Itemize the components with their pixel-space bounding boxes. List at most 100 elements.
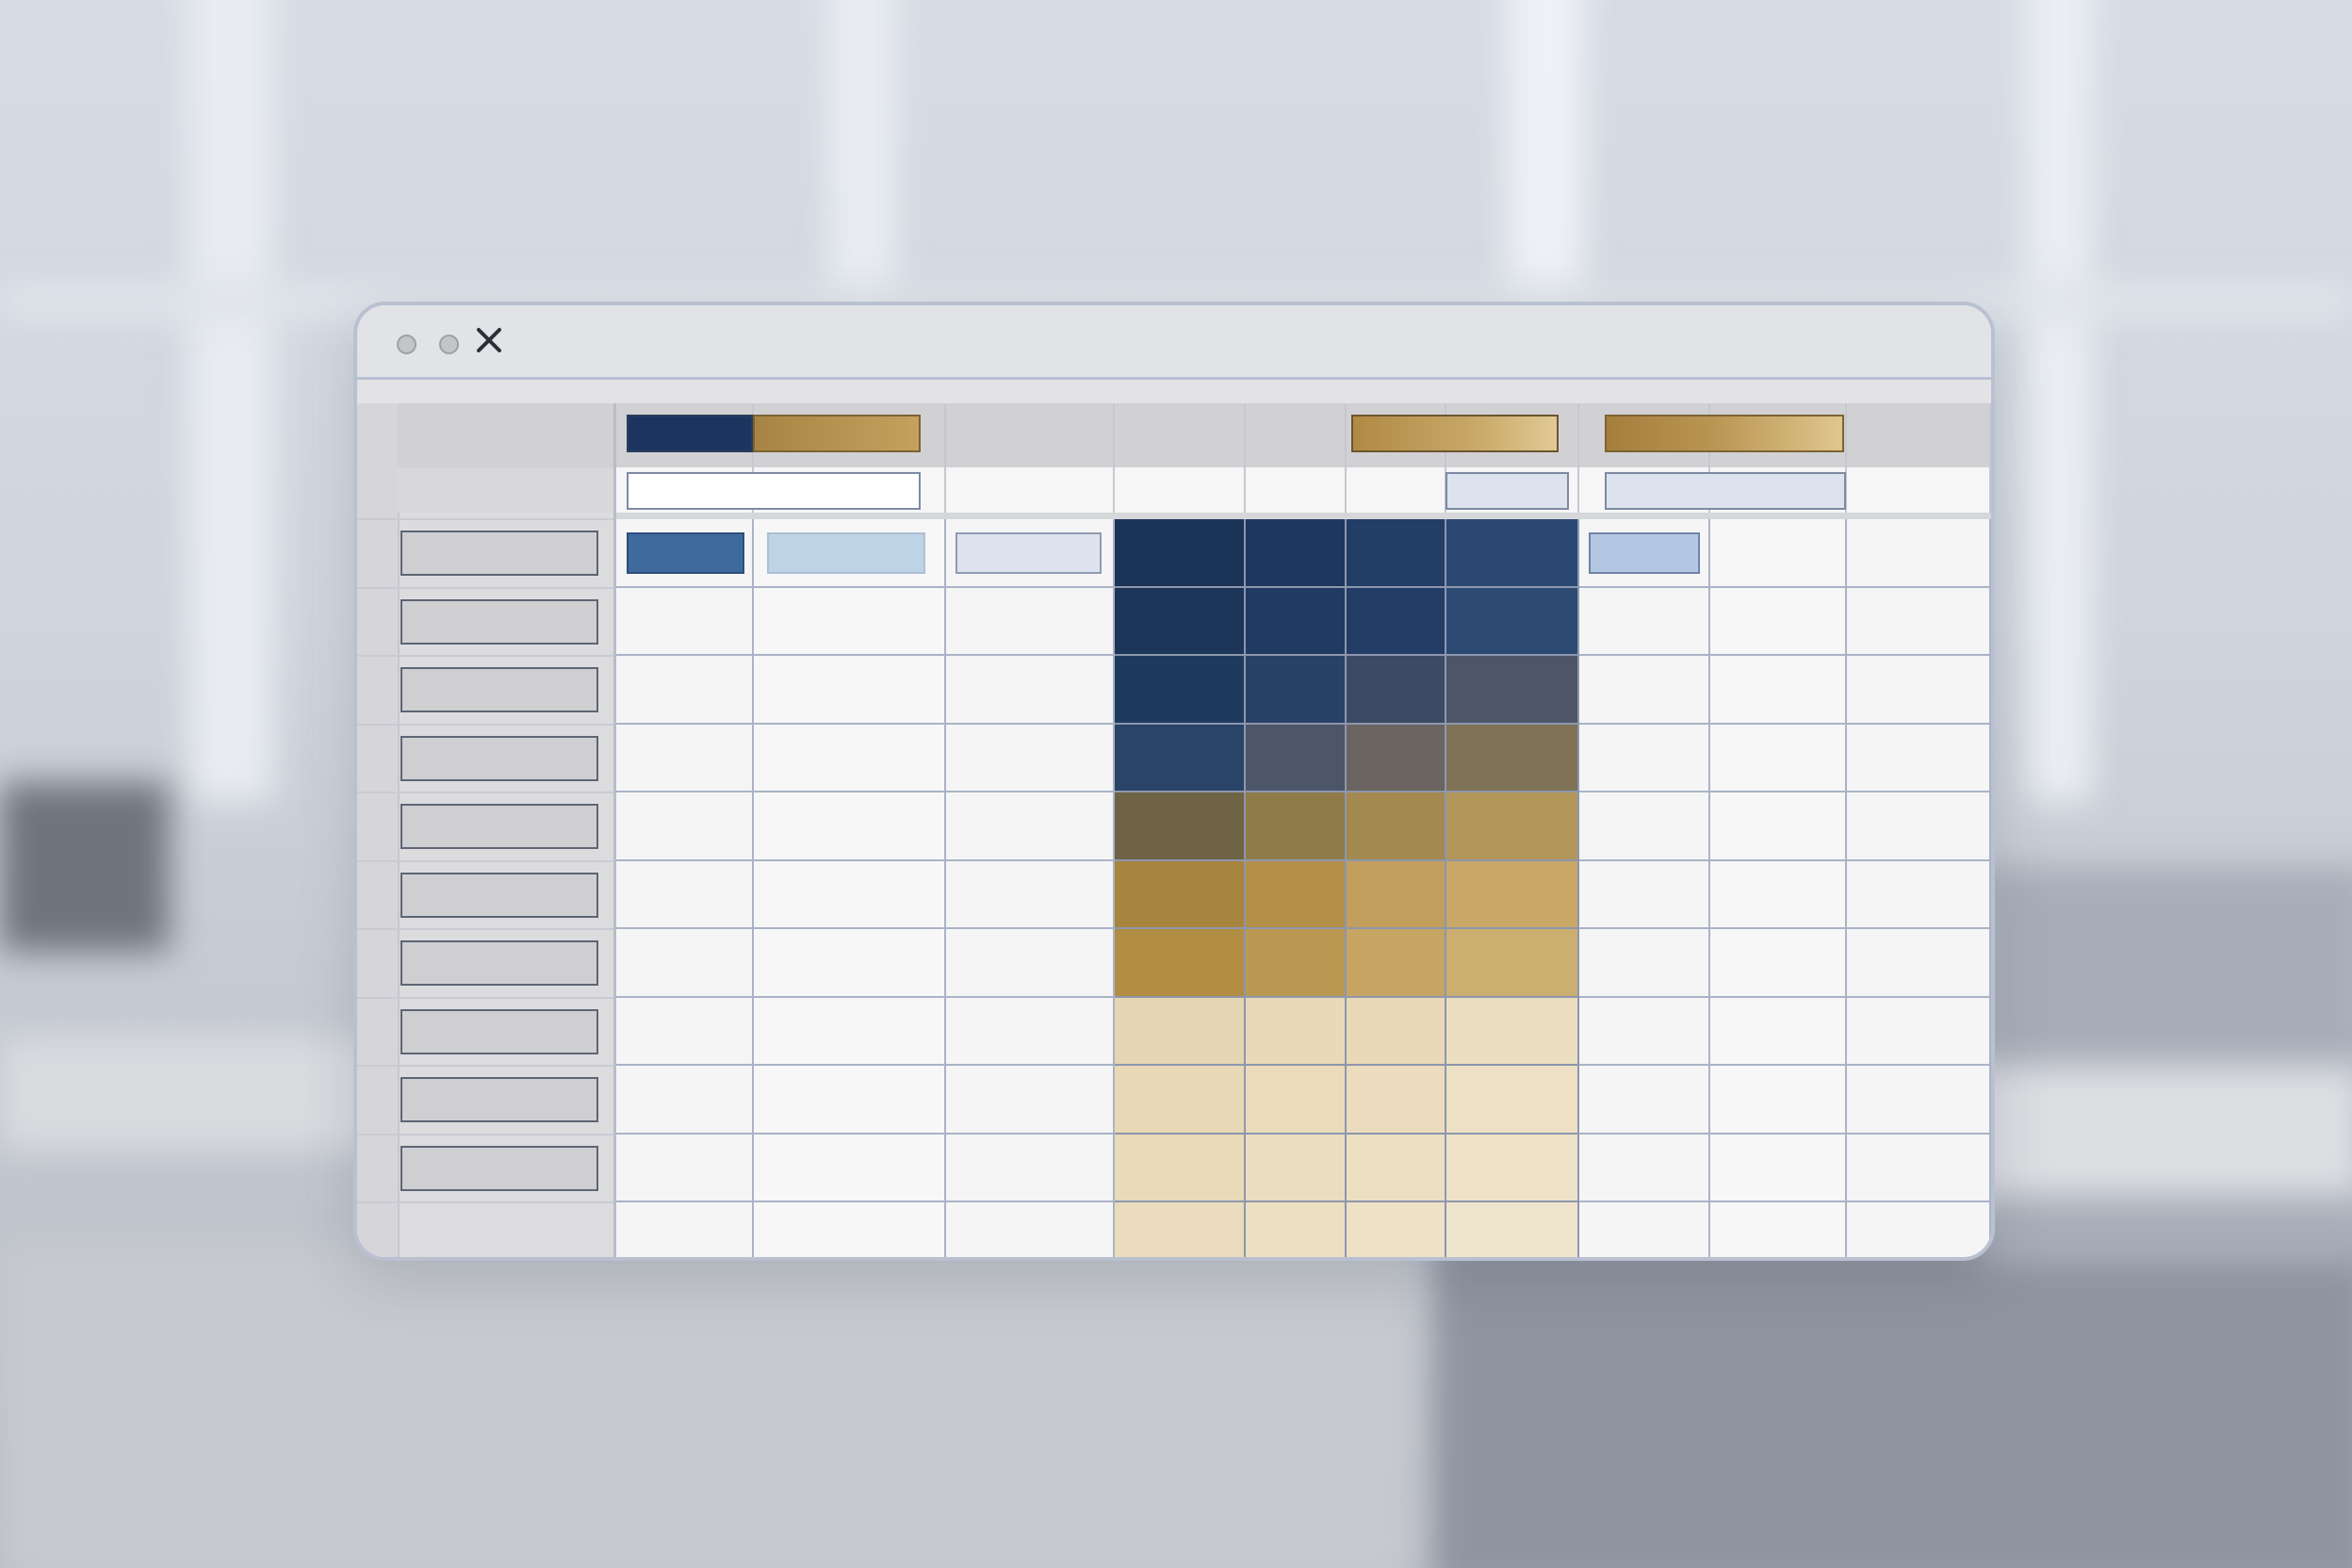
- grid-cell[interactable]: [1579, 587, 1710, 656]
- heatmap-cell[interactable]: [1246, 519, 1347, 588]
- grid-cell[interactable]: [616, 860, 754, 929]
- filter-input[interactable]: [1446, 472, 1569, 510]
- grid-cell[interactable]: [754, 724, 946, 792]
- heatmap-cell[interactable]: [1246, 929, 1347, 998]
- grid-cell[interactable]: [1710, 1202, 1847, 1257]
- heatmap-cell[interactable]: [1115, 656, 1246, 725]
- heatmap-cell[interactable]: [1446, 519, 1579, 588]
- grid-cell[interactable]: [754, 1066, 946, 1135]
- row-header-button[interactable]: [400, 1077, 598, 1122]
- minimize-button[interactable]: [397, 335, 416, 354]
- grid-cell[interactable]: [616, 1066, 754, 1135]
- grid-cell[interactable]: [616, 792, 754, 861]
- column-header[interactable]: [1246, 403, 1347, 467]
- grid-cell[interactable]: [616, 1134, 754, 1202]
- grid-cell[interactable]: [1710, 997, 1847, 1066]
- grid-cell[interactable]: [1579, 997, 1710, 1066]
- row-header-button[interactable]: [400, 1008, 598, 1054]
- heatmap-cell[interactable]: [1246, 724, 1347, 792]
- grid-cell[interactable]: [754, 1202, 946, 1257]
- grid-cell[interactable]: [946, 656, 1115, 725]
- row-header-button[interactable]: [400, 940, 598, 986]
- heatmap-cell[interactable]: [1246, 656, 1347, 725]
- heatmap-cell[interactable]: [1446, 724, 1579, 792]
- heatmap-cell[interactable]: [1115, 519, 1246, 588]
- grid-cell[interactable]: [616, 1202, 754, 1257]
- grid-cell[interactable]: [1579, 724, 1710, 792]
- column-filter-cell[interactable]: [1347, 467, 1446, 513]
- grid-cell[interactable]: [1710, 1066, 1847, 1135]
- grid-cell[interactable]: [1579, 1202, 1710, 1257]
- maximize-button[interactable]: [439, 335, 459, 354]
- row-header-button[interactable]: [400, 735, 598, 781]
- grid-cell[interactable]: [1710, 587, 1847, 656]
- grid-cell[interactable]: [616, 587, 754, 656]
- grid-cell[interactable]: [1579, 656, 1710, 725]
- column-filter-cell[interactable]: [1115, 467, 1246, 513]
- heatmap-cell[interactable]: [1347, 656, 1446, 725]
- heatmap-cell[interactable]: [1115, 792, 1246, 861]
- heatmap-cell[interactable]: [1446, 929, 1579, 998]
- header-chip-navy[interactable]: [627, 415, 753, 452]
- heatmap-cell[interactable]: [1446, 1202, 1579, 1257]
- grid-cell[interactable]: [1847, 519, 1991, 588]
- close-icon[interactable]: [475, 326, 503, 354]
- grid-cell[interactable]: [946, 587, 1115, 656]
- heatmap-cell[interactable]: [1347, 1134, 1446, 1202]
- cell-chip-blue[interactable]: [627, 532, 744, 574]
- grid-cell[interactable]: [946, 1066, 1115, 1135]
- grid-cell[interactable]: [946, 792, 1115, 861]
- heatmap-cell[interactable]: [1446, 792, 1579, 861]
- heatmap-cell[interactable]: [1347, 997, 1446, 1066]
- grid-cell[interactable]: [1579, 792, 1710, 861]
- heatmap-cell[interactable]: [1347, 792, 1446, 861]
- column-header[interactable]: [1847, 403, 1991, 467]
- heatmap-cell[interactable]: [1446, 587, 1579, 656]
- grid-cell[interactable]: [1847, 792, 1991, 861]
- heatmap-cell[interactable]: [1246, 792, 1347, 861]
- heatmap-cell[interactable]: [1115, 997, 1246, 1066]
- grid-cell[interactable]: [1710, 929, 1847, 998]
- column-filter-cell[interactable]: [946, 467, 1115, 513]
- heatmap-cell[interactable]: [1347, 860, 1446, 929]
- row-header-button[interactable]: [400, 598, 598, 645]
- header-chip-gold[interactable]: [1351, 415, 1559, 452]
- grid-cell[interactable]: [1847, 587, 1991, 656]
- header-chip-gold[interactable]: [753, 415, 921, 452]
- grid-cell[interactable]: [1579, 1134, 1710, 1202]
- grid-cell[interactable]: [1579, 1066, 1710, 1135]
- cell-chip-lightblue[interactable]: [767, 532, 925, 574]
- heatmap-cell[interactable]: [1446, 1134, 1579, 1202]
- heatmap-cell[interactable]: [1347, 587, 1446, 656]
- heatmap-cell[interactable]: [1446, 860, 1579, 929]
- grid-cell[interactable]: [1847, 1202, 1991, 1257]
- grid-cell[interactable]: [1847, 860, 1991, 929]
- heatmap-cell[interactable]: [1115, 724, 1246, 792]
- column-header[interactable]: [1115, 403, 1246, 467]
- heatmap-cell[interactable]: [1115, 929, 1246, 998]
- grid-cell[interactable]: [754, 587, 946, 656]
- grid-cell[interactable]: [1710, 860, 1847, 929]
- heatmap-cell[interactable]: [1115, 587, 1246, 656]
- heatmap-cell[interactable]: [1347, 929, 1446, 998]
- grid-cell[interactable]: [754, 656, 946, 725]
- heatmap-cell[interactable]: [1446, 997, 1579, 1066]
- grid-cell[interactable]: [754, 1134, 946, 1202]
- filter-input[interactable]: [1605, 472, 1846, 510]
- row-header-button[interactable]: [400, 667, 598, 712]
- row-header-button[interactable]: [400, 1145, 598, 1191]
- heatmap-cell[interactable]: [1246, 1202, 1347, 1257]
- grid-cell[interactable]: [946, 1134, 1115, 1202]
- heatmap-cell[interactable]: [1115, 1066, 1246, 1135]
- grid-cell[interactable]: [946, 1202, 1115, 1257]
- heatmap-cell[interactable]: [1246, 1134, 1347, 1202]
- grid-cell[interactable]: [754, 997, 946, 1066]
- heatmap-cell[interactable]: [1246, 860, 1347, 929]
- heatmap-cell[interactable]: [1347, 724, 1446, 792]
- cell-chip-pale[interactable]: [956, 532, 1102, 574]
- grid-cell[interactable]: [1579, 929, 1710, 998]
- row-header-button[interactable]: [400, 531, 598, 576]
- column-filter-cell[interactable]: [1847, 467, 1991, 513]
- heatmap-cell[interactable]: [1347, 1202, 1446, 1257]
- heatmap-cell[interactable]: [1446, 1066, 1579, 1135]
